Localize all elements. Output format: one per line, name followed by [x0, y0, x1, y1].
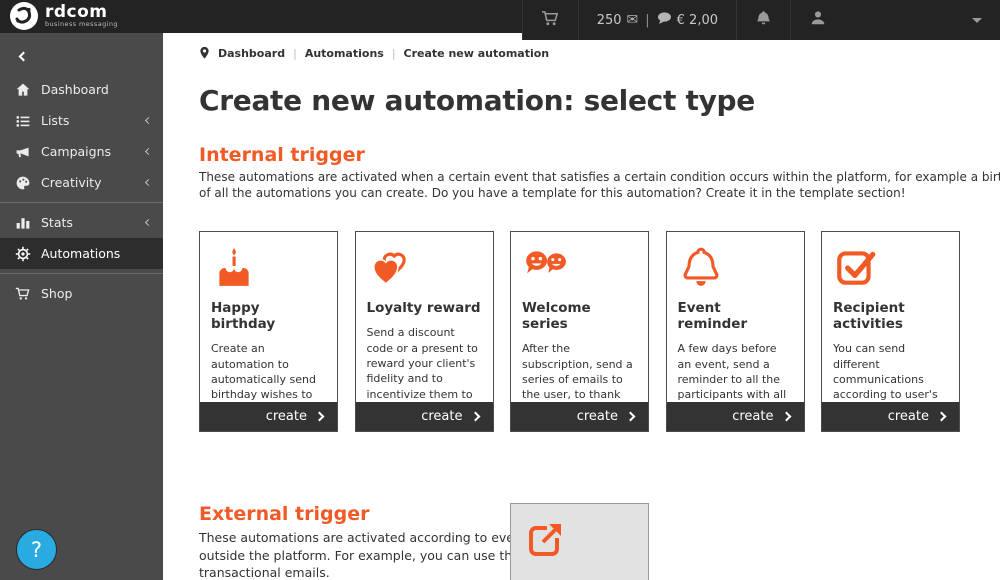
sidebar-item-dashboard[interactable]: Dashboard [0, 74, 163, 105]
card-title: Welcome series [522, 300, 637, 332]
list-icon [14, 113, 31, 129]
sidebar-collapse-button[interactable] [0, 33, 163, 74]
card-description: After the subscription, send a series of… [522, 341, 637, 402]
sidebar-divider [0, 202, 163, 203]
sidebar-item-label: Lists [41, 113, 136, 128]
help-button[interactable]: ? [16, 529, 57, 570]
card-welcome-series[interactable]: Welcome series After the subscription, s… [510, 231, 649, 432]
sidebar-item-automations[interactable]: Automations [0, 238, 163, 269]
card-description: A few days before an event, send a remin… [678, 341, 793, 402]
sidebar-item-label: Dashboard [41, 82, 151, 97]
cart-icon [14, 286, 31, 302]
cart-icon [541, 9, 560, 32]
chevron-right-icon [781, 412, 791, 422]
chevron-collapsed-icon [145, 148, 152, 155]
chevron-collapsed-icon [145, 179, 152, 186]
external-link-icon [523, 518, 636, 566]
chevron-collapsed-icon [145, 219, 152, 226]
megaphone-icon [14, 144, 31, 160]
breadcrumb-separator: | [293, 47, 297, 60]
envelope-icon: ✉ [627, 12, 639, 28]
chevron-left-icon [19, 52, 29, 62]
internal-trigger-description: These automations are activated when a c… [199, 170, 1000, 200]
rdcom-logo-icon [10, 2, 38, 30]
card-event-reminder[interactable]: Event reminder A few days before an even… [666, 231, 805, 432]
logo-brand-text: rdcom [45, 4, 118, 20]
sidebar-item-label: Stats [41, 215, 136, 230]
top-bar: rdcom business messaging 250 ✉ | € 2,00 [0, 0, 1000, 33]
sidebar-item-campaigns[interactable]: Campaigns [0, 136, 163, 167]
notifications-button[interactable] [736, 0, 790, 40]
chevron-right-icon [470, 412, 480, 422]
sidebar-item-label: Automations [41, 246, 151, 261]
bell-icon [755, 9, 772, 31]
card-title: Recipient activities [833, 300, 948, 332]
checkbox-check-icon [833, 244, 948, 290]
user-icon [809, 9, 827, 31]
create-button[interactable]: create [667, 402, 804, 431]
breadcrumb: Dashboard | Automations | Create new aut… [199, 46, 1000, 60]
chevron-right-icon [626, 412, 636, 422]
sidebar-divider [0, 273, 163, 274]
card-description: Send a discount code or a present to rew… [367, 325, 482, 402]
hearts-icon [367, 244, 482, 290]
logo-subtitle: business messaging [45, 20, 118, 28]
breadcrumb-separator: | [392, 47, 396, 60]
card-loyalty-reward[interactable]: Loyalty reward Send a discount code or a… [355, 231, 494, 432]
internal-trigger-cards: Happy birthday Create an automation to a… [199, 231, 1000, 432]
sidebar-item-stats[interactable]: Stats [0, 207, 163, 238]
credits-balance[interactable]: 250 ✉ | € 2,00 [578, 0, 736, 40]
rdcom-logo[interactable]: rdcom business messaging [10, 2, 118, 30]
credits-count: 250 [597, 13, 622, 28]
breadcrumb-dashboard[interactable]: Dashboard [218, 47, 285, 60]
balance-amount: € 2,00 [677, 13, 718, 28]
home-icon [14, 82, 31, 98]
card-title: Loyalty reward [367, 300, 482, 316]
gear-icon [14, 246, 31, 262]
sidebar-item-label: Creativity [41, 175, 136, 190]
page-title: Create new automation: select type [199, 84, 1000, 117]
card-title: Happy birthday [211, 300, 326, 332]
sidebar: Dashboard Lists Campaigns Creativity Sta… [0, 33, 163, 580]
card-recipient-activities[interactable]: Recipient activities You can send differ… [821, 231, 960, 432]
bell-outline-icon [678, 244, 793, 290]
palette-icon [14, 175, 31, 191]
chevron-down-icon [972, 18, 982, 23]
sidebar-item-creativity[interactable]: Creativity [0, 167, 163, 198]
chevron-collapsed-icon [145, 117, 152, 124]
card-happy-birthday[interactable]: Happy birthday Create an automation to a… [199, 231, 338, 432]
breadcrumb-automations[interactable]: Automations [305, 47, 384, 60]
external-trigger-description: These automations are activated accordin… [199, 530, 510, 580]
chat-smileys-icon [522, 244, 637, 290]
credits-separator: | [643, 13, 651, 28]
create-button[interactable]: create [200, 402, 337, 431]
birthday-cake-icon [211, 244, 326, 290]
create-button[interactable]: create [822, 402, 959, 431]
external-trigger-section: External trigger These automations are a… [199, 503, 1000, 580]
location-pin-icon [199, 46, 210, 60]
sidebar-item-label: Shop [41, 286, 151, 301]
chevron-right-icon [937, 412, 947, 422]
question-mark-icon: ? [31, 538, 42, 562]
speech-bubble-icon [657, 12, 672, 29]
card-description: You can send different communications ac… [833, 341, 948, 402]
internal-trigger-heading: Internal trigger [199, 144, 1000, 166]
breadcrumb-current: Create new automation [404, 47, 550, 60]
card-description: Create an automation to automatically se… [211, 341, 326, 402]
card-external-trigger[interactable]: External trigger Create an automation [510, 503, 649, 580]
external-trigger-heading: External trigger [199, 503, 510, 525]
sidebar-item-lists[interactable]: Lists [0, 105, 163, 136]
card-title: Event reminder [678, 300, 793, 332]
bar-chart-icon [14, 215, 31, 231]
cart-button[interactable] [522, 0, 578, 40]
sidebar-item-label: Campaigns [41, 144, 136, 159]
create-button[interactable]: create [356, 402, 493, 431]
chevron-right-icon [315, 412, 325, 422]
user-menu[interactable] [790, 0, 1000, 40]
sidebar-item-shop[interactable]: Shop [0, 278, 163, 309]
main-content: Dashboard | Automations | Create new aut… [163, 33, 1000, 580]
create-button[interactable]: create [511, 402, 648, 431]
